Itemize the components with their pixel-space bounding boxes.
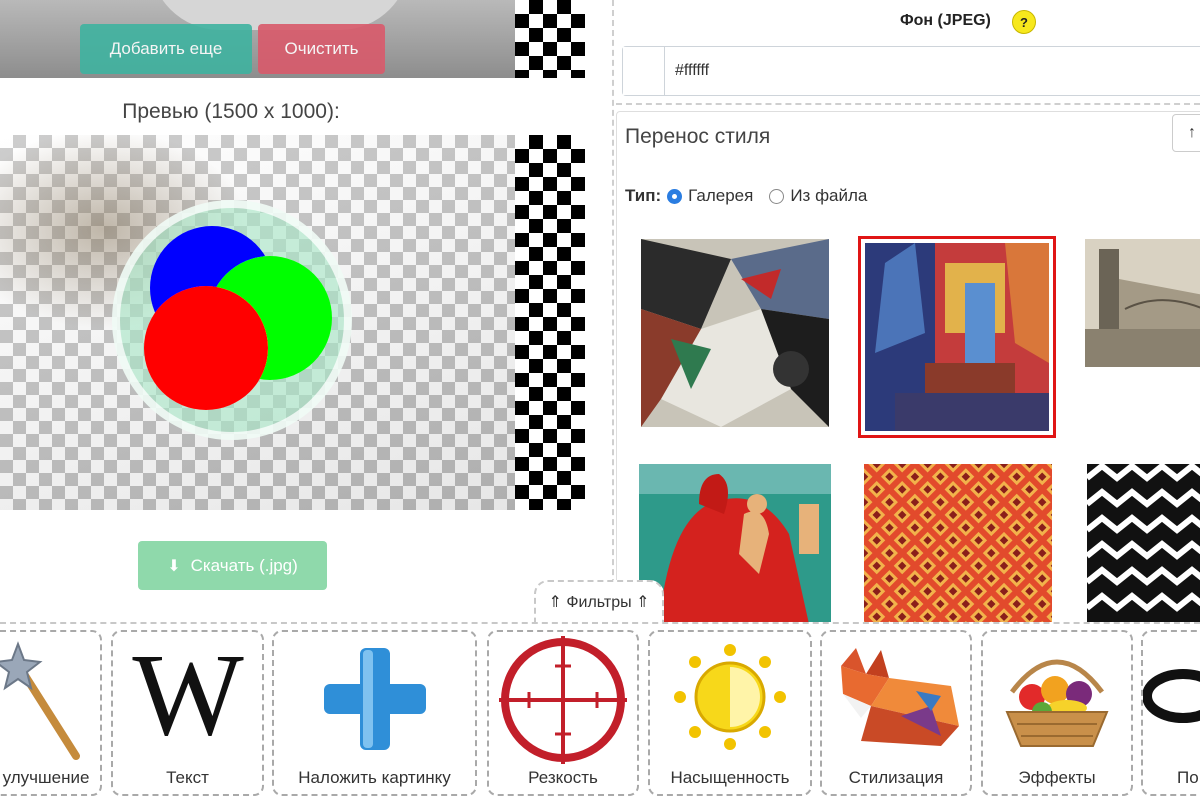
background-label: Фон (JPEG)	[900, 12, 991, 29]
type-label: Тип:	[625, 186, 662, 205]
sun-contrast-icon	[670, 642, 790, 757]
tool-overlay-image-label: Наложить картинку	[298, 768, 451, 787]
type-selector: Тип: Галерея Из файла	[625, 186, 867, 206]
tool-stylize[interactable]: Стилизация	[820, 630, 972, 796]
letter-w-icon: W	[128, 632, 248, 760]
style-thumb-cubist-city[interactable]	[858, 236, 1056, 438]
radio-gallery[interactable]	[667, 188, 683, 204]
tool-sharpness[interactable]: Резкость	[487, 630, 639, 796]
radio-from-file-label[interactable]: Из файла	[790, 186, 867, 206]
column-divider	[612, 0, 614, 625]
tool-saturation[interactable]: Насыщенность	[648, 630, 812, 796]
style-thumb-mosaic[interactable]	[864, 464, 1052, 624]
style-transfer-panel: Перенос стиля ↑ Тип: Галерея Из файла	[616, 111, 1200, 626]
tool-enhance[interactable]: улучшение	[0, 630, 102, 796]
download-icon: ⬇	[167, 557, 181, 575]
preview-title: Превью (1500 x 1000):	[122, 100, 340, 123]
color-swatch[interactable]	[623, 47, 665, 95]
clear-button[interactable]: Очистить	[258, 24, 385, 74]
radio-gallery-label[interactable]: Галерея	[688, 186, 753, 206]
plus-icon	[320, 644, 430, 759]
radio-from-file[interactable]	[769, 188, 785, 204]
style-thumb-red-horse[interactable]	[639, 464, 831, 624]
tool-partial[interactable]: По	[1141, 630, 1200, 796]
tool-text[interactable]: W Текст	[111, 630, 264, 796]
style-transfer-title: Перенос стиля	[625, 125, 771, 148]
download-label: Скачать (.jpg)	[190, 555, 298, 575]
crosshair-icon	[499, 636, 627, 769]
fruit-basket-icon	[997, 642, 1117, 757]
tool-overlay-image[interactable]: Наложить картинку	[272, 630, 477, 796]
style-thumb-engraving[interactable]	[1085, 239, 1200, 367]
tool-saturation-label: Насыщенность	[670, 768, 790, 787]
style-thumb-cubist-rider[interactable]	[641, 239, 829, 427]
collapse-button[interactable]: ↑	[1172, 114, 1200, 152]
ring-icon	[1143, 666, 1200, 731]
tool-partial-label: По	[1177, 768, 1199, 787]
help-icon[interactable]: ?	[1012, 10, 1036, 34]
tool-effects-label: Эффекты	[1018, 768, 1096, 787]
tool-enhance-label: улучшение	[2, 768, 90, 787]
transparency-strip	[515, 135, 585, 510]
rgb-logo-preview	[112, 200, 352, 440]
magic-wand-icon	[0, 636, 96, 771]
tool-stylize-label: Стилизация	[848, 768, 944, 787]
arrow-up-icon: ↑	[1188, 124, 1196, 141]
background-color-field[interactable]: #ffffff	[622, 46, 1200, 96]
filters-toggle[interactable]: ⇑ Фильтры ⇑	[534, 580, 664, 622]
lowpoly-fox-icon	[831, 646, 961, 761]
tool-text-label: Текст	[166, 768, 209, 787]
svg-text:W: W	[132, 634, 244, 754]
style-thumb-zigzag[interactable]	[1087, 464, 1200, 624]
download-button[interactable]: ⬇ Скачать (.jpg)	[138, 541, 327, 590]
filters-bar: улучшение W Текст Наложить картинку Резк…	[0, 622, 1200, 800]
tool-effects[interactable]: Эффекты	[981, 630, 1133, 796]
transparency-strip-top	[515, 0, 585, 78]
color-value[interactable]: #ffffff	[675, 62, 709, 80]
section-divider	[616, 103, 1200, 105]
tool-sharpness-label: Резкость	[528, 768, 598, 787]
add-more-button[interactable]: Добавить еще	[80, 24, 252, 74]
